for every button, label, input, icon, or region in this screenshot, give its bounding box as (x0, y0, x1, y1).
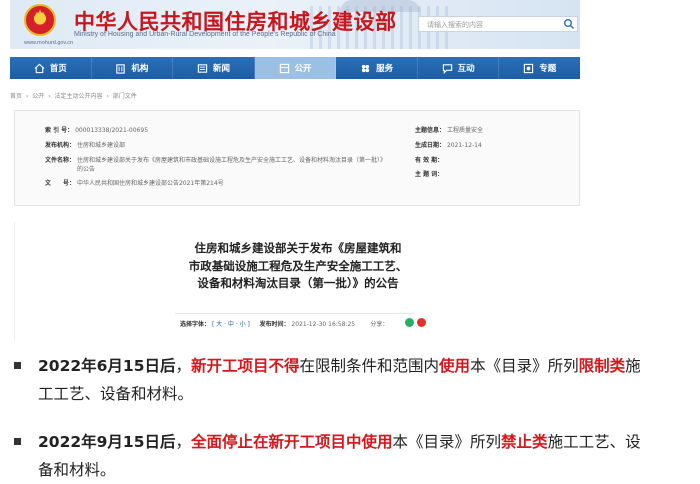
bullet-date: 2022年9月15日后 (38, 433, 176, 451)
share-label: 分享： (370, 321, 389, 328)
info-index-value: 000013338/2021-00695 (75, 127, 149, 134)
info-validity-row: 有 效 期： (415, 155, 443, 164)
article-title-line-1: 住房和城乡建设部关于发布《房屋建筑和 (194, 241, 402, 255)
info-keywords-label: 主 题 词： (415, 171, 444, 178)
info-publisher-row: 发布机构： 住房和城乡建设部 (45, 140, 125, 149)
bullet-text: 工工艺、设备和材料。 (38, 385, 194, 403)
nav-item-label: 首页 (49, 64, 67, 74)
breadcrumb-sep: › (25, 93, 29, 100)
nav-item-label: 互动 (457, 64, 475, 74)
bullet-highlight: 限制类 (578, 357, 626, 375)
info-docnum-value: 中华人民共和国住房和城乡建设部公告2021年第214号 (76, 180, 224, 187)
info-validity-label: 有 效 期： (415, 157, 444, 164)
info-date-value: 2021-12-14 (446, 142, 482, 149)
breadcrumb-sep: › (106, 93, 109, 100)
font-size-options[interactable]: [ 大 · 中 · 小 ] (212, 321, 250, 328)
breadcrumb-sep: › (48, 93, 51, 100)
nav-item-home[interactable]: 首页 (10, 57, 92, 79)
site-url: www.mohurd.gov.cn (24, 40, 74, 46)
publish-time-label: 发布时间： (259, 321, 290, 328)
info-keywords-row: 主 题 词： (415, 169, 443, 178)
search-placeholder: 请输入搜索的内容 (427, 21, 483, 29)
bullet-text: 施 (625, 357, 641, 375)
bullet-highlight: 禁止类 (501, 433, 548, 451)
service-icon (361, 64, 370, 72)
site-header: ★ 中华人民共和国住房和城乡建设部 Ministry of Housing an… (10, 0, 580, 49)
bullet-text: 本《目录》所列 (392, 433, 502, 451)
nav-item-label: 服务 (376, 64, 394, 74)
breadcrumb: 首页 › 公开 › 法定主动公开内容 › 部门文件 (10, 91, 139, 100)
news-icon (197, 63, 208, 73)
bullet-square-icon (14, 438, 21, 445)
public-icon (279, 63, 289, 73)
nav-item-institutions[interactable]: 机构 (92, 57, 174, 79)
info-docname-row: 文件名称： 住房和城乡建设部关于发布《房屋建筑和市政基础设施工程危及生产安全施工… (45, 155, 386, 164)
nav-item-label: 机构 (131, 64, 149, 74)
bullet-text: 本《目录》所列 (470, 357, 579, 375)
bullet-date: 2022年6月15日后 (38, 357, 176, 375)
site-subtitle-en: Ministry of Housing and Urban-Rural Deve… (74, 31, 336, 38)
bullet-text-1: 2022年6月15日后，新开工项目不得在限制条件和范围内使用本《目录》所列限制类… (38, 352, 688, 408)
bullet-square-icon (14, 362, 21, 369)
article-header: 住房和城乡建设部关于发布《房屋建筑和 市政基础设施工程危及生产安全施工工艺、 设… (14, 222, 580, 340)
publish-time-value: 2021-12-30 16:58:25 (291, 321, 356, 328)
bullet-text: 备和材料。 (38, 461, 116, 479)
info-publisher-value: 住房和城乡建设部 (76, 142, 125, 149)
info-docname-label: 文件名称： (45, 157, 76, 164)
nav-item-label: 新闻 (212, 64, 230, 74)
search-icon[interactable] (563, 18, 575, 30)
emblem-star-icon: ★ (34, 7, 46, 21)
info-docname-row-2: 的公告 (77, 164, 95, 173)
info-docnum-label: 文 号： (45, 180, 76, 187)
bullet-text: 施工工艺、设 (547, 433, 641, 451)
article-meta: 选择字体： [ 大 · 中 · 小 ] 发布时间： 2021-12-30 16:… (180, 319, 388, 328)
chat-icon (442, 63, 452, 74)
info-docnum-row: 文 号： 中华人民共和国住房和城乡建设部公告2021年第214号 (45, 178, 224, 187)
wechat-share-icon[interactable] (405, 318, 414, 327)
info-date-row: 生成日期： 2021-12-14 (415, 140, 482, 149)
nav-item-label: 专题 (539, 64, 557, 74)
info-publisher-label: 发布机构： (45, 142, 76, 149)
document-info-panel: 索 引 号： 000013338/2021-00695 主题信息： 工程质量安全… (14, 110, 580, 206)
font-size-label: 选择字体： (180, 321, 211, 328)
bullet-text: 在限制条件和范围内 (299, 357, 440, 375)
nav-item-topics[interactable]: 专题 (499, 57, 580, 79)
breadcrumb-home[interactable]: 首页 (10, 93, 22, 100)
bullet-highlight: 全面停止在新开工项目中使用 (191, 433, 393, 451)
nav-item-interaction[interactable]: 互动 (418, 57, 500, 79)
nav-item-news[interactable]: 新闻 (173, 57, 255, 79)
nav-item-label: 公开 (294, 64, 312, 74)
nav-item-public[interactable]: 公开 (254, 57, 337, 79)
main-nav: 首页 机构 新闻 公开 服务 互动 专题 (10, 57, 580, 79)
info-docname-value-2: 的公告 (77, 166, 96, 173)
nav-item-service[interactable]: 服务 (336, 57, 418, 79)
info-index-row: 索 引 号： 000013338/2021-00695 (45, 125, 148, 134)
bullet-highlight: 新开工项目不得 (191, 357, 300, 375)
info-theme-row: 主题信息： 工程质量安全 (415, 125, 483, 134)
breadcrumb-statutory[interactable]: 法定主动公开内容 (55, 93, 103, 100)
home-icon (34, 63, 45, 73)
building-icon (116, 63, 126, 74)
info-theme-value: 工程质量安全 (446, 127, 483, 134)
breadcrumb-department-files[interactable]: 部门文件 (113, 93, 137, 100)
article-title: 住房和城乡建设部关于发布《房屋建筑和 市政基础设施工程危及生产安全施工工艺、 设… (15, 240, 581, 293)
bullet-highlight: 使用 (439, 357, 471, 375)
article-title-line-2: 市政基础设施工程危及生产安全施工工艺、 (188, 258, 408, 273)
title-divider (175, 313, 415, 314)
bullet-text-2: 2022年9月15日后，全面停止在新开工项目中使用本《目录》所列禁止类施工工艺、… (38, 428, 688, 484)
info-theme-label: 主题信息： (415, 127, 446, 134)
breadcrumb-public[interactable]: 公开 (32, 93, 44, 100)
info-index-label: 索 引 号： (45, 127, 74, 134)
info-docname-value: 住房和城乡建设部关于发布《房屋建筑和市政基础设施工程危及生产安全施工工艺、设备和… (76, 157, 386, 164)
bullet-sep: ， (175, 357, 192, 375)
article-title-line-3: 设备和材料淘汰目录（第一批）》的公告 (197, 276, 399, 290)
weibo-share-icon[interactable] (417, 318, 426, 327)
info-date-label: 生成日期： (415, 142, 446, 149)
search-input[interactable]: 请输入搜索的内容 (418, 16, 578, 32)
topic-icon (524, 63, 534, 73)
bullet-sep: ， (175, 433, 192, 451)
